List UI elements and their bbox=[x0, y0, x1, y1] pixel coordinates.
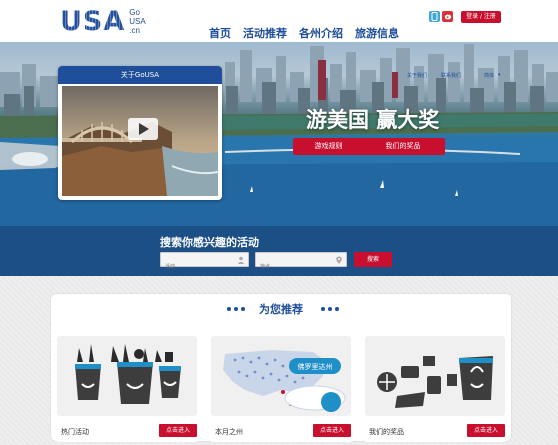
nav-item-home[interactable]: 首页 bbox=[209, 25, 231, 41]
card-our-prizes: 我们的奖品 点击进入 bbox=[365, 336, 505, 442]
card-label-our-prizes: 我们的奖品 bbox=[369, 428, 404, 436]
search-title: 搜索你感兴趣的活动 bbox=[160, 236, 259, 249]
logo-subtext: Go USA .cn bbox=[129, 8, 145, 35]
featured-state-name: 佛罗里达州 bbox=[297, 363, 333, 371]
logo-sub-line-1: Go bbox=[129, 8, 140, 17]
shopping-bags-icon bbox=[75, 344, 181, 404]
state-of-month-image[interactable]: 佛罗里达州 bbox=[211, 336, 351, 416]
activity-search-field[interactable] bbox=[160, 252, 249, 274]
about-video-thumbnail[interactable] bbox=[62, 86, 218, 196]
promo-title: 游美国 赢大奖 bbox=[306, 108, 440, 132]
prizes-icon bbox=[377, 356, 493, 408]
activity-search-band: 搜索你感兴趣的活动 搜索 bbox=[0, 226, 558, 276]
site-logo[interactable]: USA Go USA .cn bbox=[60, 6, 146, 37]
nav-item-states[interactable]: 各州介绍 bbox=[299, 25, 343, 41]
logo-sub-line-2: USA bbox=[129, 17, 146, 26]
nav-item-travel-info[interactable]: 旅游信息 bbox=[355, 25, 399, 41]
recommendations-panel: 为您推荐 热门活动 点击进入 佛罗里达州 本月之州 点击进入 我们的奖品 点击进… bbox=[51, 294, 511, 442]
reco-dots-right bbox=[321, 307, 339, 311]
chevron-down-icon: ▾ bbox=[498, 72, 501, 78]
map-pin-icon bbox=[336, 256, 342, 264]
phone-icon[interactable] bbox=[429, 11, 440, 22]
hero-subnav-about-wrap: 关于我们 bbox=[407, 72, 427, 79]
about-card-header: 关于GoUSA bbox=[58, 66, 222, 84]
recommendations-area: 为您推荐 热门活动 点击进入 佛罗里达州 本月之州 点击进入 我们的奖品 点击进… bbox=[0, 276, 558, 445]
our-prizes-button[interactable]: 我们的奖品 bbox=[361, 138, 445, 155]
nav-item-activities[interactable]: 活动推荐 bbox=[243, 25, 287, 41]
card-label-hot-activities: 热门活动 bbox=[61, 428, 89, 436]
enter-our-prizes-button[interactable]: 点击进入 bbox=[467, 424, 505, 437]
enter-hot-activities-button[interactable]: 点击进入 bbox=[159, 424, 197, 437]
logo-usa-text: USA bbox=[60, 6, 126, 37]
about-gousa-card: 关于GoUSA bbox=[58, 66, 222, 200]
coastal-bridge-image bbox=[62, 86, 218, 196]
weibo-icon[interactable] bbox=[442, 11, 453, 22]
activity-input[interactable] bbox=[161, 260, 248, 274]
search-button[interactable]: 搜索 bbox=[354, 252, 392, 267]
about-us-link[interactable]: 关于我们 bbox=[407, 72, 427, 79]
about-card-title: 关于GoUSA bbox=[120, 71, 160, 79]
site-header: USA Go USA .cn 首页 活动推荐 各州介绍 旅游信息 登录 / 注册 bbox=[0, 0, 558, 42]
card-state-of-month: 佛罗里达州 本月之州 点击进入 bbox=[211, 336, 351, 442]
usa-map-icon bbox=[223, 350, 346, 412]
hot-activities-image[interactable] bbox=[57, 336, 197, 416]
game-rules-button[interactable]: 游戏规则 bbox=[293, 138, 364, 155]
hero-subnav-lang-wrap: 简体 ▾ bbox=[484, 72, 501, 79]
play-icon[interactable] bbox=[128, 118, 158, 140]
card-hot-activities: 热门活动 点击进入 bbox=[57, 336, 197, 442]
login-register-button[interactable]: 登录 / 注册 bbox=[461, 11, 501, 23]
enter-state-of-month-button[interactable]: 点击进入 bbox=[313, 424, 351, 437]
person-icon bbox=[237, 256, 245, 264]
location-search-field[interactable] bbox=[255, 252, 347, 274]
hero-subnav-contact-wrap: 联系我们 bbox=[441, 72, 461, 79]
card-label-state-of-month: 本月之州 bbox=[215, 428, 243, 436]
main-nav: 首页 活动推荐 各州介绍 旅游信息 bbox=[209, 25, 399, 41]
hero-banner: 关于我们 联系我们 简体 ▾ 关于GoUSA 游美国 赢大奖 游戏规则 我们的奖… bbox=[0, 42, 558, 226]
contact-us-link[interactable]: 联系我们 bbox=[441, 72, 461, 79]
recommendations-title: 为您推荐 bbox=[259, 303, 303, 316]
our-prizes-image[interactable] bbox=[365, 336, 505, 416]
language-select[interactable]: 简体 bbox=[484, 72, 494, 79]
location-input[interactable] bbox=[256, 260, 346, 274]
logo-sub-line-3: .cn bbox=[129, 26, 140, 35]
